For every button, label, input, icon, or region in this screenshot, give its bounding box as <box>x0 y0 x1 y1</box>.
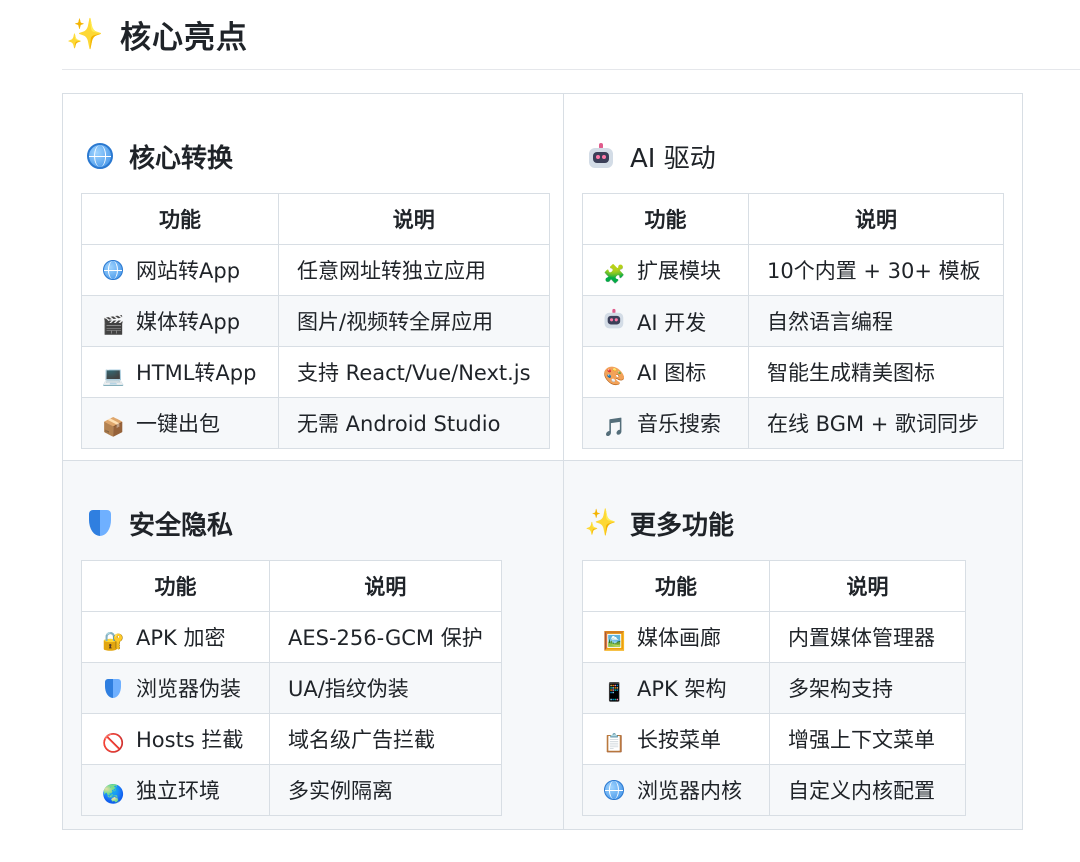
shield-icon <box>102 679 124 703</box>
feature-desc: 在线 BGM + 歌词同步 <box>748 397 1004 449</box>
section-heading: ✨ 更多功能 <box>584 503 735 543</box>
table-row: 🎵 音乐搜索 在线 BGM + 歌词同步 <box>582 397 1004 449</box>
feature-table: 功能 说明 🖼️ 媒体画廊 内置媒体管理器 📱 APK 架构 多架构支持 📋 长按菜单… <box>582 560 966 816</box>
table-row: 🚫 Hosts 拦截 域名级广告拦截 <box>81 713 502 765</box>
section-heading: 安全隐私 <box>85 503 233 543</box>
globe-icon <box>85 141 115 171</box>
feature-name: 浏览器内核 <box>637 779 742 803</box>
feature-name: 独立环境 <box>136 779 220 803</box>
page-title: 核心亮点 <box>120 20 248 56</box>
feature-desc: 自然语言编程 <box>748 295 1004 347</box>
column-header-desc: 说明 <box>269 560 502 612</box>
section-heading: 核心转换 <box>85 136 233 176</box>
feature-desc: 任意网址转独立应用 <box>278 244 550 296</box>
feature-name: 音乐搜索 <box>637 412 721 436</box>
feature-desc: 多实例隔离 <box>269 764 502 816</box>
column-header-desc: 说明 <box>748 193 1004 245</box>
table-row: 📋 长按菜单 增强上下文菜单 <box>582 713 966 765</box>
feature-desc: 内置媒体管理器 <box>769 611 966 663</box>
section-title: 更多功能 <box>630 510 735 541</box>
shield-icon <box>85 508 115 538</box>
feature-desc: AES-256-GCM 保护 <box>269 611 502 663</box>
sparkles-icon: ✨ <box>584 508 618 538</box>
robot-icon <box>603 306 625 337</box>
column-header-feature: 功能 <box>582 560 770 612</box>
section-more-features: ✨ 更多功能 功能 说明 🖼️ 媒体画廊 内置媒体管理器 📱 APK 架构 多架构支… <box>564 461 1022 829</box>
section-ai-driven: AI 驱动 功能 说明 🧩 扩展模块 10个内置 + 30+ 模板 AI 开发 自… <box>564 94 1022 461</box>
feature-name: AI 图标 <box>637 361 707 385</box>
feature-desc: 智能生成精美图标 <box>748 346 1004 398</box>
page-heading: ✨ 核心亮点 <box>62 0 1080 70</box>
feature-name: 长按菜单 <box>637 728 721 752</box>
feature-name: 扩展模块 <box>637 259 721 283</box>
section-title: AI 驱动 <box>630 143 716 174</box>
column-header-feature: 功能 <box>81 193 279 245</box>
table-row: 🧩 扩展模块 10个内置 + 30+ 模板 <box>582 244 1004 296</box>
globe-icon <box>102 260 124 285</box>
table-row: 💻 HTML转App 支持 React/Vue/Next.js <box>81 346 550 398</box>
table-row: 🔐 APK 加密 AES-256-GCM 保护 <box>81 611 502 663</box>
table-row: 网站转App 任意网址转独立应用 <box>81 244 550 296</box>
table-row: 🖼️ 媒体画廊 内置媒体管理器 <box>582 611 966 663</box>
table-row: 📦 一键出包 无需 Android Studio <box>81 397 550 449</box>
palette-icon: 🎨 <box>603 366 626 387</box>
section-title: 安全隐私 <box>129 510 234 541</box>
table-row: 🎨 AI 图标 智能生成精美图标 <box>582 346 1004 398</box>
music-note-icon: 🎵 <box>603 417 626 438</box>
feature-name: 一键出包 <box>136 412 220 436</box>
section-security-privacy: 安全隐私 功能 说明 🔐 APK 加密 AES-256-GCM 保护 浏览器伪装 … <box>63 461 564 829</box>
sparkles-icon: ✨ <box>66 16 104 52</box>
feature-table: 功能 说明 🔐 APK 加密 AES-256-GCM 保护 浏览器伪装 UA/指纹… <box>81 560 502 816</box>
mobile-phone-icon: 📱 <box>603 682 626 703</box>
section-core-conversion: 核心转换 功能 说明 网站转App 任意网址转独立应用 🎬 媒体转App 图片/视… <box>63 94 564 461</box>
feature-desc: 10个内置 + 30+ 模板 <box>748 244 1004 296</box>
feature-desc: 多架构支持 <box>769 662 966 714</box>
framed-picture-icon: 🖼️ <box>603 631 626 652</box>
column-header-feature: 功能 <box>582 193 749 245</box>
table-row: 📱 APK 架构 多架构支持 <box>582 662 966 714</box>
feature-name: 网站转App <box>136 259 241 283</box>
puzzle-icon: 🧩 <box>603 264 626 285</box>
lock-with-key-icon: 🔐 <box>102 631 125 652</box>
feature-desc: 增强上下文菜单 <box>769 713 966 765</box>
feature-desc: 自定义内核配置 <box>769 764 966 816</box>
table-row: 浏览器伪装 UA/指纹伪装 <box>81 662 502 714</box>
table-row: 🎬 媒体转App 图片/视频转全屏应用 <box>81 295 550 347</box>
feature-name: AI 开发 <box>637 310 707 335</box>
robot-icon <box>586 141 616 171</box>
earth-globe-icon: 🌏 <box>102 784 125 805</box>
feature-desc: UA/指纹伪装 <box>269 662 502 714</box>
feature-name: 浏览器伪装 <box>136 677 241 701</box>
feature-table: 功能 说明 🧩 扩展模块 10个内置 + 30+ 模板 AI 开发 自然语言编程 … <box>582 193 1004 449</box>
feature-desc: 域名级广告拦截 <box>269 713 502 765</box>
highlights-grid: 核心转换 功能 说明 网站转App 任意网址转独立应用 🎬 媒体转App 图片/视… <box>62 93 1023 830</box>
clapperboard-icon: 🎬 <box>102 315 125 336</box>
feature-desc: 图片/视频转全屏应用 <box>278 295 550 347</box>
feature-name: 媒体画廊 <box>637 626 721 650</box>
feature-name: APK 架构 <box>637 677 727 701</box>
package-icon: 📦 <box>102 417 125 438</box>
table-row: 🌏 独立环境 多实例隔离 <box>81 764 502 816</box>
column-header-desc: 说明 <box>769 560 966 612</box>
section-heading: AI 驱动 <box>586 136 716 176</box>
feature-desc: 无需 Android Studio <box>278 397 550 449</box>
feature-name: Hosts 拦截 <box>136 728 244 752</box>
feature-table: 功能 说明 网站转App 任意网址转独立应用 🎬 媒体转App 图片/视频转全屏应… <box>81 193 550 449</box>
feature-desc: 支持 React/Vue/Next.js <box>278 346 550 398</box>
feature-name: 媒体转App <box>136 310 241 334</box>
laptop-icon: 💻 <box>102 366 125 387</box>
globe-icon <box>603 780 625 805</box>
feature-name: HTML转App <box>136 361 257 385</box>
section-title: 核心转换 <box>129 143 234 174</box>
table-row: AI 开发 自然语言编程 <box>582 295 1004 347</box>
table-row: 浏览器内核 自定义内核配置 <box>582 764 966 816</box>
column-header-desc: 说明 <box>278 193 550 245</box>
column-header-feature: 功能 <box>81 560 270 612</box>
clipboard-icon: 📋 <box>603 733 626 754</box>
feature-name: APK 加密 <box>136 626 226 650</box>
prohibited-icon: 🚫 <box>102 733 125 754</box>
